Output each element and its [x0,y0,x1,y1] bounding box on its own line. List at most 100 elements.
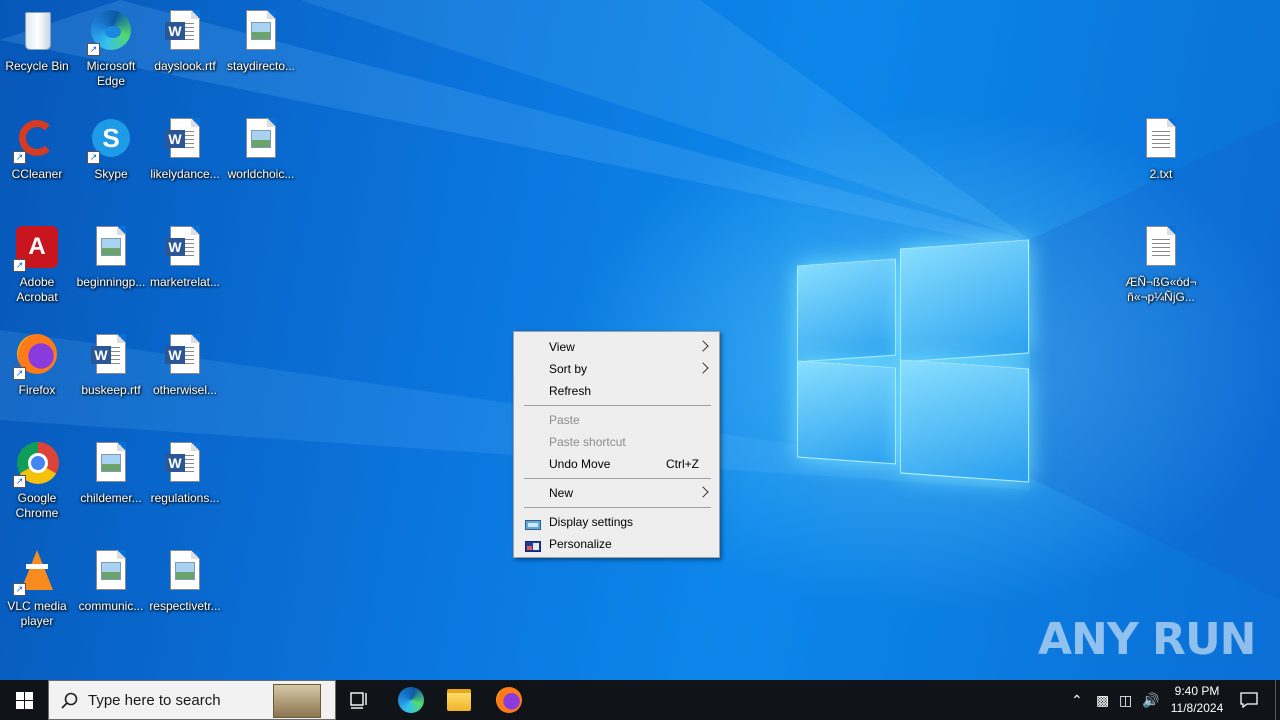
menu-item-label: New [549,486,574,500]
menu-separator [524,478,711,479]
image-file-icon [246,10,276,50]
shortcut-arrow-icon: ↗ [87,43,100,56]
menu-item-shortcut: Ctrl+Z [666,457,699,471]
desktop-icon-label: ÆÑ¬ßG«ód¬ ñ«¬p¼ÑjG... [1125,275,1197,304]
text-file-icon [1146,226,1176,266]
word-document-icon: W [165,226,200,266]
desktop[interactable]: Recycle Bin ↗ CCleaner A ↗ Adobe Acrobat … [0,0,1280,680]
desktop-icon-label: communic... [78,599,144,613]
network-icon[interactable]: ◫ [1119,692,1132,709]
notification-icon [1240,692,1258,708]
word-document-icon: W [91,334,126,374]
menu-item-view[interactable]: View [516,336,717,358]
image-file-icon [170,550,200,590]
menu-separator [524,405,711,406]
menu-item-sort-by[interactable]: Sort by [516,358,717,380]
desktop-icon-staydirecto[interactable]: staydirecto... [224,8,298,74]
desktop-icon-label: respectivetr... [149,599,221,613]
taskbar-file-explorer-button[interactable] [436,680,482,720]
desktop-icon-garbled-file[interactable]: ÆÑ¬ßG«ód¬ ñ«¬p¼ÑjG... [1124,224,1198,305]
display-settings-icon [525,516,541,530]
taskbar-search-box[interactable]: Type here to search [48,680,336,720]
desktop-icon-communic[interactable]: communic... [74,548,148,614]
desktop-icon-childemer[interactable]: childemer... [74,440,148,506]
start-button[interactable] [0,680,48,720]
firefox-icon [496,687,522,713]
image-file-icon [96,550,126,590]
desktop-icon-label: beginningp... [76,275,146,289]
desktop-icon-label: likelydance... [150,167,220,181]
desktop-icon-firefox[interactable]: ↗ Firefox [0,332,74,398]
menu-item-label: Personalize [549,537,612,551]
word-document-icon: W [165,118,200,158]
desktop-icon-marketrelat[interactable]: W marketrelat... [148,224,222,290]
desktop-icon-label: otherwisel... [152,383,218,397]
desktop-icon-2-txt[interactable]: 2.txt [1124,116,1198,182]
image-file-icon [96,442,126,482]
menu-item-refresh[interactable]: Refresh [516,380,717,402]
menu-item-label: Paste shortcut [549,435,626,449]
desktop-icon-edge[interactable]: ↗ Microsoft Edge [74,8,148,89]
windows-logo-pane [797,360,896,465]
menu-item-personalize[interactable]: Personalize [516,533,717,555]
search-icon [61,692,78,709]
shortcut-arrow-icon: ↗ [13,583,26,596]
meet-now-icon[interactable]: ▩ [1096,692,1109,709]
chevron-up-icon[interactable]: ⌃ [1071,692,1083,709]
menu-item-label: Display settings [549,515,634,529]
desktop-icon-google-chrome[interactable]: ↗ Google Chrome [0,440,74,521]
windows-start-icon [15,691,33,709]
desktop-icon-label: Microsoft Edge [86,59,136,88]
action-center-button[interactable] [1234,680,1264,720]
desktop-icon-vlc[interactable]: ↗ VLC media player [0,548,74,629]
desktop-icon-label: marketrelat... [149,275,221,289]
taskbar-clock[interactable]: 9:40 PM 11/8/2024 [1160,683,1234,717]
taskbar: Type here to search ⌃ ▩ ◫ 🔊 9:40 PM 11/8… [0,680,1280,720]
taskbar-edge-button[interactable] [388,680,434,720]
recycle-bin-icon [25,12,51,50]
desktop-icon-adobe-acrobat[interactable]: A ↗ Adobe Acrobat [0,224,74,305]
desktop-icon-dayslook[interactable]: W dayslook.rtf [148,8,222,74]
desktop-icon-otherwisel[interactable]: W otherwisel... [148,332,222,398]
clock-date: 11/8/2024 [1170,701,1224,715]
desktop-icon-ccleaner[interactable]: ↗ CCleaner [0,116,74,182]
anyrun-watermark: ANY RUN [1038,614,1256,665]
menu-item-label: View [549,340,575,354]
menu-item-paste-shortcut[interactable]: Paste shortcut [516,431,717,453]
desktop-icon-label: VLC media player [7,599,67,628]
menu-item-new[interactable]: New [516,482,717,504]
clock-time: 9:40 PM [1174,684,1220,698]
desktop-icon-label: regulations... [150,491,220,505]
menu-item-undo-move[interactable]: Undo Move Ctrl+Z [516,453,717,475]
desktop-icon-label: 2.txt [1149,167,1173,181]
desktop-icon-respectivetr[interactable]: respectivetr... [148,548,222,614]
menu-item-label: Paste [549,413,580,427]
windows-logo-pane [900,359,1029,483]
task-view-button[interactable] [338,680,382,720]
menu-item-paste[interactable]: Paste [516,409,717,431]
desktop-icon-buskeep[interactable]: W buskeep.rtf [74,332,148,398]
text-file-icon [1146,118,1176,158]
taskbar-firefox-button[interactable] [486,680,532,720]
desktop-icon-label: worldchoic... [227,167,295,181]
desktop-icon-recycle-bin[interactable]: Recycle Bin [0,8,74,74]
desktop-icon-label: Google Chrome [15,491,59,520]
desktop-icon-likelydance[interactable]: W likelydance... [148,116,222,182]
windows-logo-pane [797,258,896,363]
desktop-context-menu: View Sort by Refresh Paste Paste shortcu… [513,331,720,558]
shortcut-arrow-icon: ↗ [87,151,100,164]
desktop-icon-beginningp[interactable]: beginningp... [74,224,148,290]
desktop-icon-label: Firefox [18,383,56,397]
edge-icon [398,687,424,713]
menu-item-display-settings[interactable]: Display settings [516,511,717,533]
word-document-icon: W [165,10,200,50]
desktop-icon-worldchoic[interactable]: worldchoic... [224,116,298,182]
desktop-icon-skype[interactable]: S ↗ Skype [74,116,148,182]
shortcut-arrow-icon: ↗ [13,259,26,272]
windows-logo-pane [900,239,1029,363]
show-desktop-button[interactable] [1275,680,1280,720]
shortcut-arrow-icon: ↗ [13,367,26,380]
desktop-icon-regulations[interactable]: W regulations... [148,440,222,506]
desktop-icon-label: Recycle Bin [5,59,69,73]
volume-icon[interactable]: 🔊 [1142,692,1159,709]
